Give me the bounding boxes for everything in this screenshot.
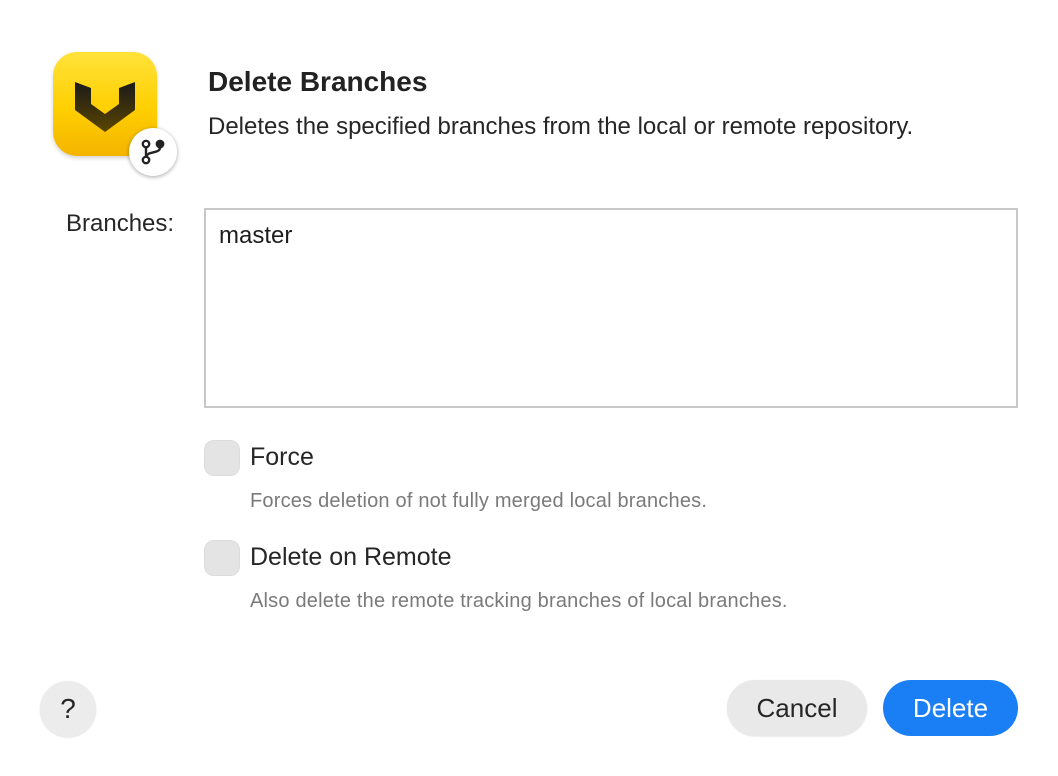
dialog-subtitle: Deletes the specified branches from the … <box>208 113 914 140</box>
branches-text-area[interactable]: master <box>204 208 1018 408</box>
cancel-button-label: Cancel <box>756 692 838 723</box>
git-branch-icon <box>129 128 177 176</box>
branches-label: Branches: <box>66 210 175 237</box>
help-button[interactable]: ? <box>40 681 96 737</box>
delete-on-remote-description: Also delete the remote tracking branches… <box>250 590 788 612</box>
delete-on-remote-checkbox[interactable] <box>204 540 240 576</box>
chevron-logo-icon <box>75 82 135 132</box>
force-label[interactable]: Force <box>250 443 314 472</box>
delete-branches-dialog: Delete Branches Deletes the specified br… <box>0 0 1058 776</box>
cancel-button[interactable]: Cancel <box>727 680 867 736</box>
dialog-title: Delete Branches <box>208 66 428 97</box>
force-checkbox[interactable] <box>204 440 240 476</box>
delete-button[interactable]: Delete <box>883 680 1018 736</box>
branches-value: master <box>219 222 293 249</box>
delete-button-label: Delete <box>912 692 989 723</box>
help-icon: ? <box>60 693 76 724</box>
delete-on-remote-label[interactable]: Delete on Remote <box>250 543 452 572</box>
force-description: Forces deletion of not fully merged loca… <box>250 490 708 512</box>
